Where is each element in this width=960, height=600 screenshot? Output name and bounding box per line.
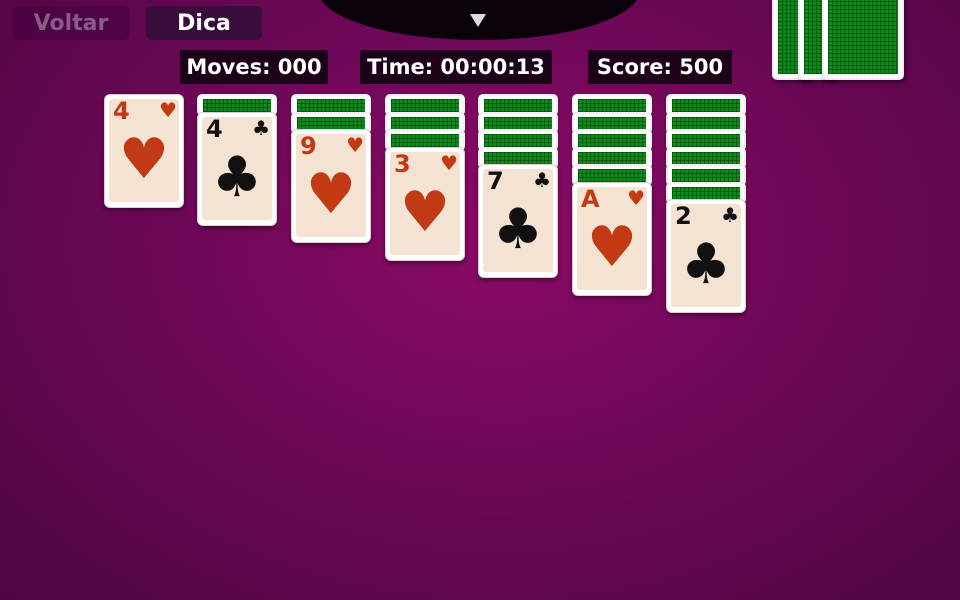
club-icon: ♣: [252, 115, 270, 140]
club-icon: ♣: [211, 144, 263, 210]
face-up-card[interactable]: A ♥ ♥: [572, 181, 652, 296]
elapsed-time: Time: 00:00:13: [360, 50, 552, 84]
card-rank: 2: [675, 202, 692, 230]
heart-icon: ♥: [440, 150, 458, 175]
card-rank: 4: [206, 114, 223, 143]
heart-icon: ♥: [118, 127, 170, 192]
heart-icon: ♥: [399, 179, 451, 245]
hint-button[interactable]: Dica: [146, 6, 262, 40]
undo-button[interactable]: Voltar: [12, 6, 130, 40]
face-up-card[interactable]: 7 ♣ ♣: [478, 164, 558, 278]
card-face: 9 ♥ ♥: [296, 132, 366, 237]
face-up-card[interactable]: 3 ♥ ♥: [385, 146, 465, 261]
card-rank: A: [581, 184, 600, 213]
triangle-down-icon[interactable]: [470, 14, 486, 27]
club-icon: ♣: [492, 197, 544, 262]
card-rank: 7: [487, 167, 504, 195]
club-icon: ♣: [680, 232, 732, 297]
card-face: 7 ♣ ♣: [483, 167, 553, 272]
face-up-card[interactable]: 4 ♣ ♣: [197, 111, 277, 226]
heart-icon: ♥: [627, 185, 645, 210]
card-face: 4 ♥ ♥: [109, 97, 179, 202]
stock-pile[interactable]: [772, 0, 906, 84]
heart-icon: ♥: [346, 133, 364, 157]
heart-icon: ♥: [159, 98, 177, 122]
card-face: 2 ♣ ♣: [671, 202, 741, 307]
club-icon: ♣: [721, 203, 739, 227]
face-up-card[interactable]: 2 ♣ ♣: [666, 199, 746, 313]
card-rank: 3: [394, 149, 411, 178]
score-display: Score: 500: [588, 50, 732, 84]
face-up-card[interactable]: 9 ♥ ♥: [291, 129, 371, 243]
stock-card[interactable]: [822, 0, 904, 80]
card-face: 4 ♣ ♣: [202, 114, 272, 220]
card-rank: 9: [300, 132, 317, 160]
moves-counter: Moves: 000: [180, 50, 328, 84]
face-up-card[interactable]: 4 ♥ ♥: [104, 94, 184, 208]
card-face: A ♥ ♥: [577, 184, 647, 290]
card-rank: 4: [113, 97, 130, 125]
heart-icon: ♥: [586, 214, 638, 280]
club-icon: ♣: [533, 168, 551, 192]
heart-icon: ♥: [305, 162, 357, 227]
card-face: 3 ♥ ♥: [390, 149, 460, 255]
